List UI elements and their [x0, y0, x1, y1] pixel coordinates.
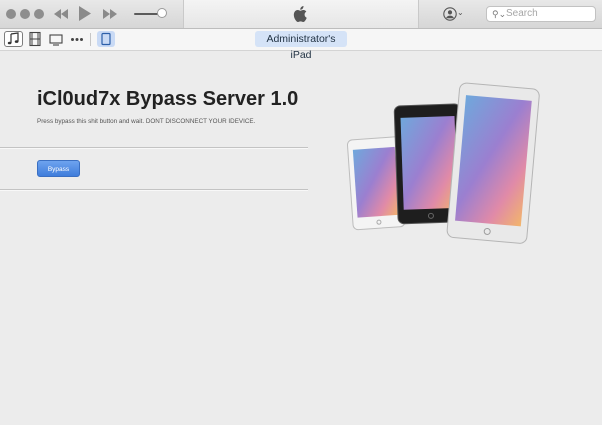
rewind-icon[interactable] [53, 8, 69, 20]
ipad-device-icon [101, 32, 111, 46]
bypass-button[interactable]: Bypass [37, 160, 80, 177]
fast-forward-icon[interactable] [102, 8, 118, 20]
apple-logo-icon [293, 6, 307, 22]
close-window-button[interactable] [6, 9, 16, 19]
more-icon[interactable] [70, 31, 84, 47]
chevron-down-icon[interactable]: ⌄ [457, 8, 464, 17]
search-icon: ⚲⌄ [492, 9, 507, 19]
search-field[interactable]: ⚲⌄ Search [486, 6, 596, 22]
film-icon[interactable] [29, 31, 41, 47]
page-title: iCl0ud7x Bypass Server 1.0 [37, 88, 299, 110]
music-button[interactable] [4, 31, 23, 47]
minimize-window-button[interactable] [20, 9, 30, 19]
volume-knob[interactable] [157, 8, 167, 18]
search-input[interactable]: Search [506, 8, 538, 19]
title-bar: ⌄ ⚲⌄ Search [0, 0, 602, 29]
device-button[interactable] [97, 31, 115, 47]
divider-top [0, 147, 308, 148]
instructions-text: Press bypass this shit button and wait. … [37, 118, 256, 125]
zoom-window-button[interactable] [34, 9, 44, 19]
account-icon[interactable] [443, 7, 457, 21]
music-icon [7, 32, 19, 45]
play-icon[interactable] [78, 5, 92, 22]
toolbar: Administrator's iPad [0, 29, 602, 61]
ipad-devices-image [346, 82, 540, 244]
divider-bottom [0, 189, 308, 190]
device-name-pill[interactable]: Administrator's iPad [255, 31, 347, 61]
toolbar-divider [90, 33, 91, 46]
tv-icon[interactable] [49, 31, 63, 47]
